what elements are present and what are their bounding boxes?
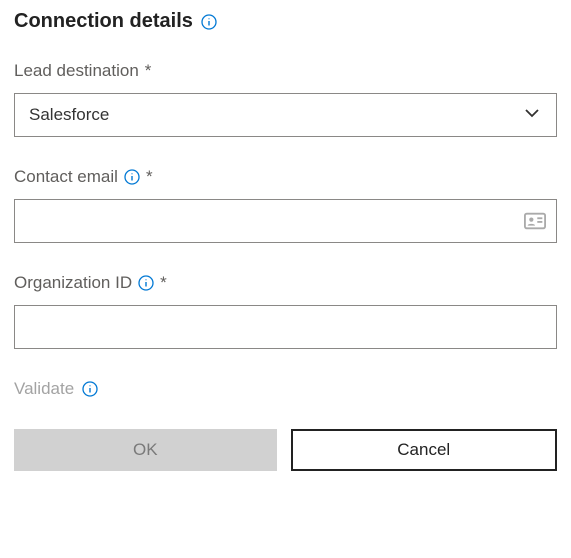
contact-email-label: Contact email * bbox=[14, 167, 557, 187]
ok-button-label: OK bbox=[133, 440, 158, 460]
info-icon[interactable] bbox=[124, 169, 140, 185]
lead-destination-field: Lead destination * Salesforce bbox=[14, 61, 557, 137]
dialog-buttons: OK Cancel bbox=[14, 429, 557, 471]
info-icon[interactable] bbox=[138, 275, 154, 291]
contact-card-icon[interactable] bbox=[524, 211, 546, 231]
contact-email-field: Contact email * bbox=[14, 167, 557, 243]
info-icon[interactable] bbox=[201, 14, 217, 30]
organization-id-field: Organization ID * bbox=[14, 273, 557, 349]
cancel-button-label: Cancel bbox=[397, 440, 450, 460]
organization-id-input[interactable] bbox=[25, 306, 546, 348]
required-indicator: * bbox=[160, 273, 167, 293]
cancel-button[interactable]: Cancel bbox=[291, 429, 558, 471]
info-icon[interactable] bbox=[82, 381, 98, 397]
organization-id-label: Organization ID * bbox=[14, 273, 557, 293]
chevron-down-icon bbox=[522, 103, 542, 128]
contact-email-input-wrapper bbox=[14, 199, 557, 243]
contact-email-label-text: Contact email bbox=[14, 167, 118, 187]
dialog-title: Connection details bbox=[14, 10, 193, 33]
lead-destination-label-text: Lead destination bbox=[14, 61, 139, 81]
required-indicator: * bbox=[145, 61, 152, 81]
dialog-header: Connection details bbox=[14, 10, 557, 33]
contact-email-input[interactable] bbox=[25, 200, 524, 242]
validate-link[interactable]: Validate bbox=[14, 379, 557, 399]
lead-destination-dropdown[interactable]: Salesforce bbox=[14, 93, 557, 137]
lead-destination-value: Salesforce bbox=[29, 105, 109, 125]
organization-id-input-wrapper bbox=[14, 305, 557, 349]
required-indicator: * bbox=[146, 167, 153, 187]
validate-label: Validate bbox=[14, 379, 74, 399]
lead-destination-label: Lead destination * bbox=[14, 61, 557, 81]
organization-id-label-text: Organization ID bbox=[14, 273, 132, 293]
ok-button[interactable]: OK bbox=[14, 429, 277, 471]
